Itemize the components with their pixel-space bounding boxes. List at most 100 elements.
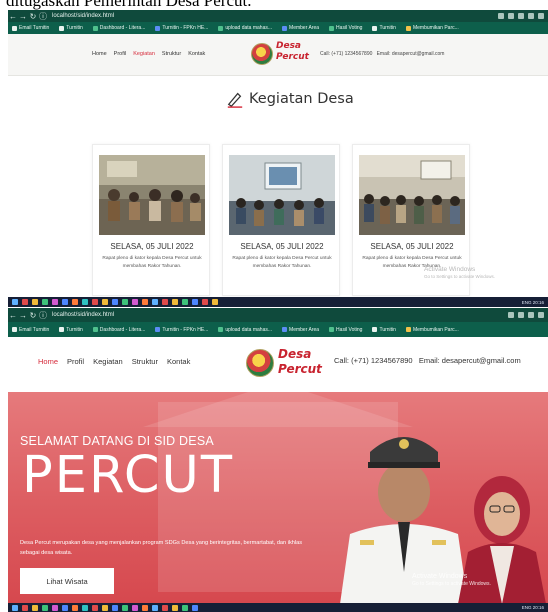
contact-call: Call: (+71) 1234567890 [320, 51, 373, 57]
nav-kegiatan[interactable]: Kegiatan [133, 51, 155, 57]
caption-text: ditugaskan Pemerintah Desa Percut. [6, 0, 252, 10]
app-icon[interactable] [22, 604, 28, 611]
bookmark-item[interactable]: Member Area [282, 327, 319, 333]
app-icon[interactable] [142, 604, 148, 611]
app-icon[interactable] [132, 299, 138, 305]
app-icon[interactable] [82, 299, 88, 305]
nav-struktur[interactable]: Struktur [162, 51, 181, 57]
globe-icon [218, 25, 224, 31]
app-icon[interactable] [112, 299, 118, 305]
app-icon[interactable] [72, 299, 78, 305]
app-icon[interactable] [72, 604, 78, 611]
extensions-icon[interactable] [528, 13, 534, 19]
forward-arrow-icon[interactable]: → [18, 12, 28, 21]
taskbar-clock[interactable]: ENG 20:16 [522, 605, 548, 610]
app-icon[interactable] [32, 604, 38, 611]
activity-date: SELASA, 05 JULI 2022 [370, 242, 454, 251]
app-icon[interactable] [132, 604, 138, 611]
nav-kontak[interactable]: Kontak [188, 51, 205, 57]
app-icon[interactable] [192, 604, 198, 611]
bookmark-item[interactable]: Turnitin [59, 25, 83, 31]
app-icon[interactable] [92, 299, 98, 305]
app-icon[interactable] [122, 604, 128, 611]
extensions-icon[interactable] [528, 312, 534, 318]
bookmark-item[interactable]: Email Turnitin [12, 327, 49, 333]
app-icon[interactable] [102, 299, 108, 305]
taskbar-clock[interactable]: ENG 20:16 [522, 300, 548, 305]
bookmark-item[interactable]: Hasil Voting [329, 25, 362, 31]
contact-email[interactable]: Email: desapercut@gmail.com [377, 51, 445, 57]
bookmark-item[interactable]: Membumikan Parc... [405, 327, 459, 333]
nav-kegiatan[interactable]: Kegiatan [93, 357, 123, 366]
bookmark-item[interactable]: Membumikan Parc... [405, 25, 459, 31]
bookmark-item[interactable]: Dashboard - Litera... [92, 25, 145, 31]
search-icon[interactable] [498, 13, 504, 19]
app-icon[interactable] [172, 604, 178, 611]
start-icon[interactable] [12, 604, 18, 611]
app-icon[interactable] [142, 299, 148, 305]
app-icon[interactable] [172, 299, 178, 305]
app-icon[interactable] [42, 299, 48, 305]
app-icon[interactable] [92, 604, 98, 611]
app-icon[interactable] [212, 299, 218, 305]
activity-card[interactable]: SELASA, 05 JULI 2022 Rapat pleno di kato… [222, 144, 340, 296]
app-icon[interactable] [62, 299, 68, 305]
url-field[interactable]: localhost/sid/index.html [52, 13, 114, 19]
app-icon[interactable] [102, 604, 108, 611]
back-arrow-icon[interactable]: ← [8, 12, 18, 21]
app-icon[interactable] [112, 604, 118, 611]
app-icon[interactable] [52, 604, 58, 611]
app-icon[interactable] [182, 604, 188, 611]
app-icon[interactable] [162, 299, 168, 305]
logo-text-percut: Percut [276, 52, 309, 62]
nav-home[interactable]: Home [38, 357, 58, 366]
windows-taskbar: ENG 20:16 [8, 603, 548, 612]
app-icon[interactable] [82, 604, 88, 611]
bookmark-item[interactable]: Turnitin [59, 327, 83, 333]
activity-photo [359, 155, 465, 235]
menu-icon[interactable] [538, 312, 544, 318]
star-icon[interactable] [518, 13, 524, 19]
share-icon[interactable] [508, 312, 514, 318]
share-icon[interactable] [508, 13, 514, 19]
forward-arrow-icon[interactable]: → [18, 311, 28, 320]
nav-home[interactable]: Home [92, 51, 107, 57]
app-icon[interactable] [162, 604, 168, 611]
app-icon[interactable] [192, 299, 198, 305]
bookmark-item[interactable]: upload data mahas... [218, 327, 272, 333]
bookmark-item[interactable]: Turnitin - FPKn HE... [155, 327, 208, 333]
menu-icon[interactable] [538, 13, 544, 19]
app-icon[interactable] [22, 299, 28, 305]
bookmark-item[interactable]: Turnitin - FPKn HE... [155, 25, 208, 31]
start-icon[interactable] [12, 299, 18, 305]
activity-card[interactable]: SELASA, 05 JULI 2022 Rapat pleno di kato… [92, 144, 210, 296]
bookmark-item[interactable]: Turnitin [372, 25, 396, 31]
reload-icon[interactable]: ↻ [28, 311, 38, 320]
nav-kontak[interactable]: Kontak [167, 357, 190, 366]
app-icon[interactable] [42, 604, 48, 611]
app-icon[interactable] [152, 604, 158, 611]
contact-call: Call: (+71) 1234567890 [334, 356, 413, 365]
bookmark-item[interactable]: Dashboard - Litera... [92, 327, 145, 333]
app-icon[interactable] [32, 299, 38, 305]
nav-struktur[interactable]: Struktur [132, 357, 158, 366]
app-icon[interactable] [62, 604, 68, 611]
bookmark-item[interactable]: Member Area [282, 25, 319, 31]
contact-email[interactable]: Email: desapercut@gmail.com [419, 356, 521, 365]
app-icon[interactable] [202, 299, 208, 305]
nav-profil[interactable]: Profil [114, 51, 127, 57]
reload-icon[interactable]: ↻ [28, 12, 38, 21]
lihat-wisata-button[interactable]: Lihat Wisata [20, 568, 114, 594]
bookmark-item[interactable]: Hasil Voting [329, 327, 362, 333]
app-icon[interactable] [52, 299, 58, 305]
app-icon[interactable] [122, 299, 128, 305]
app-icon[interactable] [182, 299, 188, 305]
star-icon[interactable] [518, 312, 524, 318]
app-icon[interactable] [152, 299, 158, 305]
url-field[interactable]: localhost/sid/index.html [52, 312, 114, 318]
bookmark-item[interactable]: Email Turnitin [12, 25, 49, 31]
nav-profil[interactable]: Profil [67, 357, 84, 366]
bookmark-item[interactable]: upload data mahas... [218, 25, 272, 31]
back-arrow-icon[interactable]: ← [8, 311, 18, 320]
bookmark-item[interactable]: Turnitin [372, 327, 396, 333]
